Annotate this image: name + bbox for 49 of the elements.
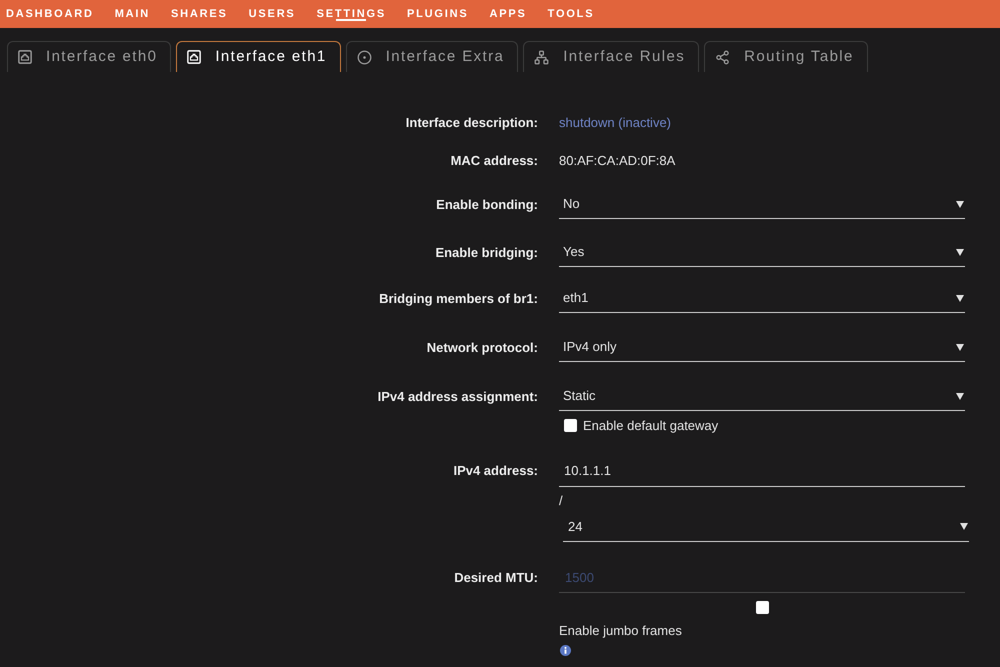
field-label: Enable bonding: [436,196,538,214]
tab[interactable]: Interface eth0 [7,41,172,72]
checkbox[interactable] [564,419,577,432]
nav-link[interactable]: SETTINGS [316,0,386,28]
field-label: Enable bridging: [435,244,538,262]
select-field[interactable]: eth1 [559,284,965,313]
select-field[interactable]: 24 [563,512,969,542]
target-icon [356,50,372,64]
ethernet-port-icon [187,50,202,64]
select-field[interactable]: Static [559,382,965,411]
nav-link[interactable]: APPS [489,0,527,28]
field-label: Bridging members of br1: [379,290,538,308]
nav-link[interactable]: SHARES [171,0,228,28]
nav-link[interactable]: USERS [248,0,296,28]
select-field[interactable]: Yes [559,238,965,267]
caret-icon [960,523,968,530]
tab[interactable]: Routing Table [704,41,868,72]
field-label: MAC address: [450,152,538,170]
field-label: Desired MTU: [454,568,538,587]
field-label: IPv4 address assignment: [378,388,538,406]
select-field[interactable]: No [559,190,965,219]
nav-link[interactable]: MAIN [114,0,150,28]
checkbox-label: Enable default gateway [583,418,718,433]
share-icon [715,50,730,64]
field-label: IPv4 address: [453,462,538,480]
tab[interactable]: Interface eth1 [176,41,341,72]
caret-icon [956,200,964,208]
caret-icon [956,344,964,350]
field-label: Network protocol: [426,338,538,357]
nav-link[interactable]: PLUGINS [406,0,468,28]
nav-link[interactable]: DASHBOARD [6,0,94,28]
caret-icon [956,248,964,256]
separator-text: / [559,494,563,508]
nav-link[interactable]: TOOLS [548,0,594,28]
description-text: shutdown (inactive) [559,114,671,132]
caret-icon [956,294,964,302]
input-field[interactable]: 10.1.1.1 [559,456,965,487]
ethernet-port-icon [18,50,32,64]
checkbox-label: Enable jumbo frames [559,623,682,638]
field-label: Interface description: [406,114,538,132]
caret-icon [956,392,964,400]
tab[interactable]: Interface Rules [523,41,700,72]
mac-address-text: 80:AF:CA:AD:0F:8A [559,152,676,170]
sitemap-icon [534,50,550,64]
tab[interactable]: Interface Extra [346,41,518,72]
checkbox[interactable] [756,601,768,614]
select-field[interactable]: IPv4 only [559,333,965,362]
info-icon[interactable] [560,645,571,656]
input-field[interactable]: 1500 [559,563,965,593]
